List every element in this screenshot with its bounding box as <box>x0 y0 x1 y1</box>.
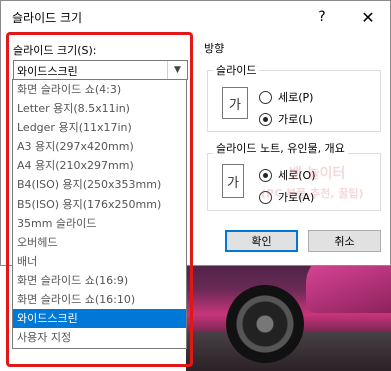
size-option[interactable]: A4 용지(210x297mm) <box>13 156 186 175</box>
size-option[interactable]: 화면 슬라이드 쇼(16:10) <box>13 290 186 309</box>
orientation-title: 방향 <box>204 42 225 55</box>
size-option[interactable]: Letter 용지(8.5x11in) <box>13 99 186 118</box>
slide-size-options-list[interactable]: 화면 슬라이드 쇼(4:3) Letter 용지(8.5x11in) Ledger … <box>12 79 187 349</box>
size-option[interactable]: 사용자 지정 <box>13 328 186 347</box>
title-bar: 슬라이드 크기 ? ✕ <box>1 1 390 33</box>
notes-portrait-label: 세로(O) <box>278 169 316 182</box>
car-wheel <box>226 285 304 363</box>
slide-size-selected-value: 와이드스크린 <box>17 65 78 78</box>
close-button[interactable]: ✕ <box>346 1 390 33</box>
size-option[interactable]: Ledger 용지(11x17in) <box>13 118 186 137</box>
size-option[interactable]: A3 용지(297x420mm) <box>13 137 186 156</box>
ok-button[interactable]: 확인 <box>225 230 298 252</box>
notes-landscape-label: 가로(A) <box>278 191 315 204</box>
slide-size-label: 슬라이드 크기(S): <box>13 44 97 57</box>
notes-landscape-option[interactable]: 가로(A) <box>259 189 314 205</box>
slides-group-label: 슬라이드 <box>213 62 260 78</box>
cancel-button[interactable]: 취소 <box>308 230 381 252</box>
slides-portrait-option[interactable]: 세로(P) <box>259 89 313 105</box>
portrait-page-icon: 가 <box>222 164 244 198</box>
landscape-page-icon: 가 <box>222 87 248 119</box>
notes-group-label: 슬라이드 노트, 유인물, 개요 <box>213 140 348 156</box>
size-option[interactable]: B5(ISO) 용지(176x250mm) <box>13 195 186 214</box>
size-option[interactable]: 와이드스크린 <box>13 309 186 329</box>
slides-landscape-radio[interactable] <box>259 112 272 126</box>
notes-landscape-radio[interactable] <box>259 190 272 204</box>
size-option[interactable]: 화면 슬라이드 쇼(16:9) <box>13 271 186 290</box>
size-option[interactable]: 오버헤드 <box>13 233 186 252</box>
size-option[interactable]: 배너 <box>13 252 186 271</box>
slide-size-dropdown[interactable]: 와이드스크린 ▼ <box>13 60 188 80</box>
help-button[interactable]: ? <box>304 1 340 33</box>
size-option[interactable]: 35mm 슬라이드 <box>13 214 186 233</box>
notes-portrait-radio[interactable] <box>259 168 272 182</box>
size-option[interactable]: B4(ISO) 용지(250x353mm) <box>13 175 186 194</box>
slides-landscape-label: 가로(L) <box>278 113 313 126</box>
slides-portrait-radio[interactable] <box>259 90 272 104</box>
notes-portrait-option[interactable]: 세로(O) <box>259 167 315 183</box>
slides-landscape-option[interactable]: 가로(L) <box>259 111 313 127</box>
chevron-down-icon[interactable]: ▼ <box>167 61 187 79</box>
dialog-title: 슬라이드 크기 <box>12 11 83 25</box>
slides-portrait-label: 세로(P) <box>278 91 314 104</box>
size-option[interactable]: 화면 슬라이드 쇼(4:3) <box>13 80 186 99</box>
